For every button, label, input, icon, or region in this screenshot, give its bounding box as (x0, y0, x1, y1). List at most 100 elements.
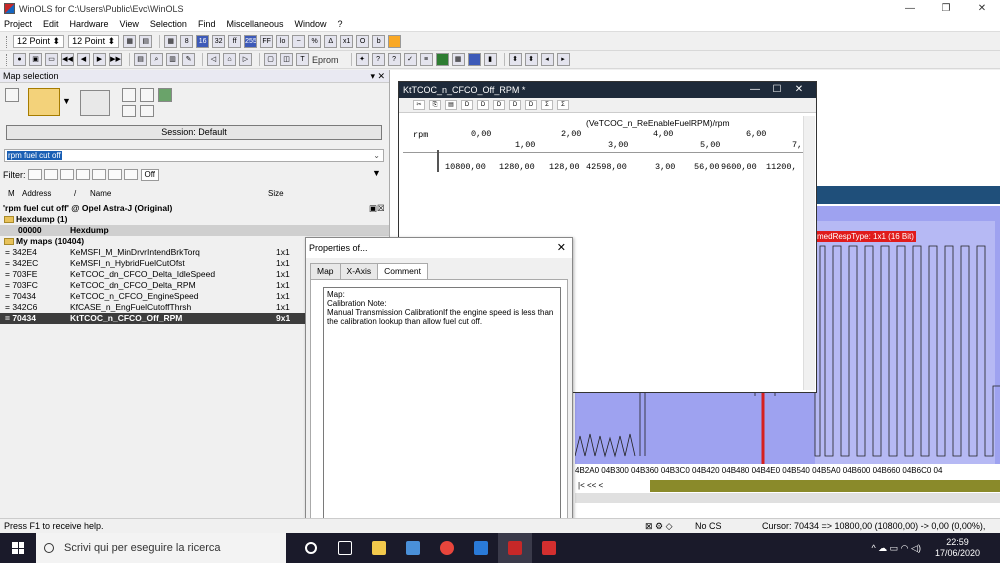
tab-comment[interactable]: Comment (377, 263, 428, 280)
paste-icon[interactable]: ▤ (445, 100, 457, 110)
filter-dropdown-icon[interactable]: ▼ (372, 168, 381, 178)
axis-icon-3[interactable]: D (493, 100, 505, 110)
graph-map-label[interactable]: medRespType: 1x1 (16 Bit) (815, 231, 916, 242)
map-maximize-button[interactable]: ☐ (766, 82, 788, 98)
axis-icon-5[interactable]: D (525, 100, 537, 110)
magic-icon[interactable]: ✦ (355, 53, 369, 66)
map-minimize-button[interactable]: — (744, 82, 766, 98)
map-icon[interactable]: ▤ (134, 53, 147, 66)
filter-btn-7[interactable] (123, 169, 138, 180)
chevron-down-icon[interactable]: ⌄ (373, 150, 380, 161)
color-icon[interactable] (467, 53, 481, 66)
map-close-button[interactable]: ✕ (788, 82, 810, 98)
taskbar-clock[interactable]: 22:59 17/06/2020 (935, 537, 980, 559)
menu-find[interactable]: Find (198, 19, 216, 29)
last-icon[interactable]: ▶▶ (109, 53, 122, 66)
tab-x-axis[interactable]: X-Axis (339, 263, 379, 279)
tools-small-icon-1[interactable] (122, 88, 136, 102)
wave-icon[interactable]: ~ (292, 35, 306, 48)
close-button[interactable]: ✕ (964, 0, 1000, 17)
map-search-input[interactable]: rpm fuel cut off ⌄ (4, 149, 384, 162)
filter-btn-5[interactable] (91, 169, 106, 180)
nav-left-icon[interactable]: ◂ (540, 53, 554, 66)
tab-map[interactable]: Map (310, 263, 341, 279)
table-cell-6[interactable]: 9600,00 (721, 162, 757, 172)
menu-window[interactable]: Window (294, 19, 326, 29)
spin-icon-2[interactable]: ⬍ (524, 53, 538, 66)
axis-icon-4[interactable]: D (509, 100, 521, 110)
eprom-label[interactable]: Eprom (312, 55, 339, 65)
axis-top-2[interactable]: 4,00 (653, 129, 673, 139)
project-row-icons[interactable]: ▣☒ (369, 203, 385, 214)
first-icon[interactable]: ◀◀ (61, 53, 74, 66)
tools-small-icon-3[interactable] (158, 88, 172, 102)
properties-titlebar[interactable]: Properties of... ✕ (306, 238, 572, 258)
menu-hardware[interactable]: Hardware (70, 19, 109, 29)
new-icon[interactable] (5, 88, 19, 102)
filter-btn-4[interactable] (75, 169, 90, 180)
mail-icon[interactable] (464, 533, 498, 563)
columns-icon[interactable]: ▮ (483, 53, 497, 66)
col-size[interactable]: Size (268, 187, 284, 200)
font-size-combo-1[interactable]: 12 Point ⬍ (13, 35, 65, 48)
check-icon[interactable]: ✓ (403, 53, 417, 66)
x1-icon[interactable]: x1 (340, 35, 354, 48)
cut-icon[interactable]: ✂ (413, 100, 425, 110)
compare-icon[interactable]: ≡ (419, 53, 433, 66)
taskbar-search[interactable]: Scrivi qui per eseguire la ricerca (36, 533, 286, 563)
table-cell-1[interactable]: 1280,00 (499, 162, 535, 172)
forward-icon[interactable]: ▷ (239, 53, 252, 66)
menu-selection[interactable]: Selection (150, 19, 187, 29)
table-cell-4[interactable]: 3,00 (655, 162, 675, 172)
nav-right-icon[interactable]: ▸ (556, 53, 570, 66)
task-view-icon[interactable] (328, 533, 362, 563)
menu-view[interactable]: View (120, 19, 139, 29)
filter-btn-1[interactable] (27, 169, 42, 180)
windows-start-button[interactable] (0, 533, 36, 563)
comment-textarea[interactable]: Map: Calibration Note: Manual Transmissi… (323, 287, 561, 530)
32bit-icon[interactable]: 32 (212, 35, 226, 48)
filter-btn-3[interactable] (59, 169, 74, 180)
save-icon[interactable]: ▣ (29, 53, 42, 66)
spin-icon-1[interactable]: ⬍ (508, 53, 522, 66)
filter-btn-2[interactable] (43, 169, 58, 180)
axis-bottom-0[interactable]: 1,00 (515, 140, 535, 150)
view-text-icon[interactable]: T (296, 53, 309, 66)
status-icons[interactable]: ⊠ ⚙ ◇ (645, 519, 673, 534)
properties-close-icon[interactable]: ✕ (557, 238, 566, 258)
sum-icon-2[interactable]: Σ (557, 100, 569, 110)
lohi-icon[interactable]: lo (276, 35, 290, 48)
help-icon[interactable]: ? (371, 53, 385, 66)
maximize-button[interactable]: ❐ (928, 0, 964, 17)
record-icon[interactable]: ● (13, 53, 26, 66)
table-cell-2[interactable]: 128,00 (549, 162, 580, 172)
red-app-icon[interactable] (532, 533, 566, 563)
axis-icon-1[interactable]: D (461, 100, 473, 110)
delta-icon[interactable]: Δ (324, 35, 338, 48)
hexdump-group[interactable]: Hexdump (1) (0, 214, 389, 225)
chip-icon[interactable] (435, 53, 449, 66)
hexdump-row[interactable]: 00000 Hexdump (0, 225, 389, 236)
filter-btn-6[interactable] (107, 169, 122, 180)
copy-icon[interactable]: ⎘ (429, 100, 441, 110)
context-help-icon[interactable]: ? (387, 53, 401, 66)
menu-project[interactable]: Project (4, 19, 32, 29)
project-row[interactable]: 'rpm fuel cut off' @ Opel Astra-J (Origi… (0, 203, 389, 214)
menu-help[interactable]: ? (338, 19, 343, 29)
graph-scrollbar[interactable]: |< << < (575, 480, 1000, 492)
open-dropdown-icon[interactable]: ▼ (62, 96, 72, 108)
session-button[interactable]: Session: Default (6, 125, 382, 140)
axis-top-1[interactable]: 2,00 (561, 129, 581, 139)
axis-bottom-2[interactable]: 5,00 (700, 140, 720, 150)
col-address[interactable]: Address (22, 187, 51, 200)
stack-icon[interactable]: ▦ (451, 53, 465, 66)
table-cell-3[interactable]: 42598,00 (586, 162, 627, 172)
org-icon[interactable]: O (356, 35, 370, 48)
axis-top-3[interactable]: 6,00 (746, 129, 766, 139)
table-cell-0[interactable]: 10800,00 (445, 162, 486, 172)
view-2d-icon[interactable]: ▢ (264, 53, 277, 66)
col-m[interactable]: M (8, 187, 15, 200)
tools-small-icon-2[interactable] (140, 88, 154, 102)
axis-bottom-3[interactable]: 7, (792, 140, 802, 150)
axis-top-0[interactable]: 0,00 (471, 129, 491, 139)
